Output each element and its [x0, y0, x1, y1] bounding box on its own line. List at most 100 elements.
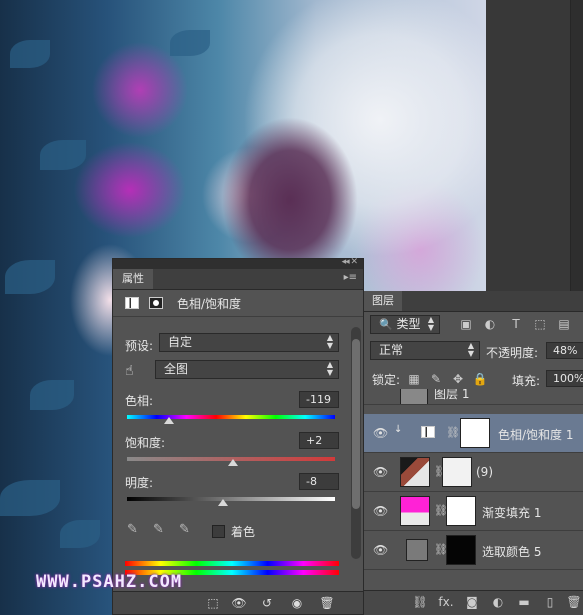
lightness-value-field[interactable]: -8 — [299, 473, 339, 490]
channel-select[interactable]: 全图 ▲ ▼ — [155, 360, 339, 379]
filter-pixel-icon[interactable]: ▣ — [458, 316, 474, 332]
lock-all-icon[interactable]: 🔒 — [472, 371, 488, 387]
layer-name: (9) — [476, 465, 493, 479]
collapse-icon[interactable]: ◂◂ ✕ — [342, 257, 358, 267]
layer-mask-thumbnail[interactable] — [442, 457, 472, 487]
layer-filter-select[interactable]: 🔍 类型 ▲ ▼ — [370, 315, 440, 334]
layers-tab-row: 图层 — [364, 291, 583, 312]
scrollbar-thumb[interactable] — [352, 339, 360, 509]
layer-thumbnail — [400, 457, 430, 487]
layer-row[interactable]: 👁 ⛓ 渐变填充 1 — [364, 492, 583, 531]
lock-pixels-icon[interactable]: ✎ — [428, 371, 444, 387]
add-mask-icon[interactable]: ◙ — [464, 594, 480, 610]
opacity-field[interactable]: 48% — [546, 342, 583, 359]
lock-position-icon[interactable]: ✥ — [450, 371, 466, 387]
tab-layers[interactable]: 图层 — [364, 291, 402, 311]
layer-name: 选取颜色 5 — [482, 545, 542, 559]
layer-mask-thumbnail[interactable] — [446, 496, 476, 526]
properties-footer: ⬚ 👁 ↺ ◉ 🗑 — [113, 591, 363, 614]
preset-label: 预设: — [125, 339, 154, 353]
new-layer-icon[interactable]: ▯ — [542, 594, 558, 610]
reset-icon[interactable]: ↺ — [259, 595, 275, 611]
filter-smart-object-icon[interactable]: ▤ — [556, 316, 572, 332]
clipping-arrow-icon: ↓ — [394, 424, 403, 435]
photo-leaf — [40, 140, 86, 170]
preset-select[interactable]: 自定 ▲ ▼ — [159, 333, 339, 352]
visibility-eye-icon[interactable]: 👁 — [373, 465, 388, 479]
lock-transparent-icon[interactable]: ▦ — [406, 371, 422, 387]
layer-row[interactable]: 👁 ⛓ (9) — [364, 453, 583, 492]
filter-search-icon: 🔍 — [379, 318, 393, 331]
lightness-slider-thumb[interactable] — [217, 499, 228, 506]
delete-layer-icon[interactable]: 🗑 — [566, 594, 582, 610]
hue-range-bar-top — [125, 561, 339, 566]
properties-panel: ◂◂ ✕ 属性 ▸≡ 色相/饱和度 预设: 自定 ▲ ▼ ☝ 全图 ▲ ▼ 色相: … — [112, 257, 364, 615]
layer-mask-thumbnail[interactable] — [460, 418, 490, 448]
eyedropper-icon[interactable]: ✎ — [127, 522, 143, 538]
link-layers-icon[interactable]: ⛓ — [412, 594, 428, 610]
link-chain-icon[interactable]: ⛓ — [446, 426, 460, 439]
hue-saturation-adjustment-icon[interactable] — [125, 297, 139, 309]
select-arrows-icon: ▲ ▼ — [427, 315, 434, 332]
layer-mask-icon[interactable] — [149, 297, 163, 309]
watermark: WWW.PSAHZ.COM — [36, 572, 183, 592]
preset-value: 自定 — [168, 335, 193, 349]
saturation-value-field[interactable]: +2 — [299, 432, 339, 449]
tab-properties[interactable]: 属性 — [113, 269, 153, 289]
layer-thumbnail — [400, 389, 428, 404]
layer-name: 图层 1 — [434, 389, 470, 401]
properties-tab-row: 属性 ▸≡ — [113, 269, 363, 290]
delete-icon[interactable]: 🗑 — [319, 595, 335, 611]
panel-title-bar[interactable]: ◂◂ ✕ — [113, 257, 363, 269]
colorize-checkbox[interactable] — [212, 525, 225, 538]
layer-row[interactable]: 图层 1 — [364, 389, 583, 405]
filter-adjustment-icon[interactable]: ◐ — [482, 316, 498, 332]
hand-tool-icon[interactable]: ☝ — [125, 363, 134, 379]
opacity-label: 不透明度: — [486, 346, 539, 360]
layers-footer: ⛓ fx. ◙ ◐ ▬ ▯ 🗑 — [364, 590, 583, 615]
filter-type-icon[interactable]: T — [508, 316, 524, 332]
layer-style-button[interactable]: fx. — [438, 594, 454, 610]
saturation-slider-thumb[interactable] — [228, 459, 239, 466]
visibility-icon[interactable]: ◉ — [289, 595, 305, 611]
layer-row[interactable]: 👁 ⛓ 选取颜色 5 — [364, 531, 583, 570]
layer-mask-thumbnail[interactable] — [446, 535, 476, 565]
hue-saturation-adjustment-icon — [421, 426, 435, 438]
panel-menu-icon[interactable]: ▸≡ — [344, 272, 357, 283]
visibility-eye-icon[interactable]: 👁 — [373, 426, 388, 440]
select-arrows-icon: ▲ ▼ — [467, 341, 474, 358]
view-previous-icon[interactable]: 👁 — [231, 595, 247, 611]
photo-leaf — [30, 380, 74, 410]
lightness-label: 明度: — [125, 476, 154, 490]
lock-label: 锁定: — [372, 373, 401, 387]
photo-leaf — [5, 260, 55, 294]
clip-to-layer-icon[interactable]: ⬚ — [205, 595, 221, 611]
fill-label: 填充: — [512, 374, 541, 388]
layers-panel: 图层 🔍 类型 ▲ ▼ ▣ ◐ T ⬚ ▤ 正常 ▲ ▼ 不透明度: 48% 锁定:… — [363, 291, 583, 615]
fill-field[interactable]: 100% — [546, 370, 583, 387]
photo-leaf — [0, 480, 60, 516]
new-group-icon[interactable]: ▬ — [516, 594, 532, 610]
eyedropper-minus-icon[interactable]: ✎ — [179, 522, 195, 538]
hue-slider-thumb[interactable] — [163, 417, 174, 424]
new-adjustment-icon[interactable]: ◐ — [490, 594, 506, 610]
lightness-slider-track[interactable] — [127, 497, 335, 501]
filter-shape-icon[interactable]: ⬚ — [532, 316, 548, 332]
visibility-eye-icon[interactable]: 👁 — [373, 543, 388, 557]
hue-value-field[interactable]: -119 — [299, 391, 339, 408]
visibility-eye-icon[interactable]: 👁 — [373, 504, 388, 518]
blend-mode-select[interactable]: 正常 ▲ ▼ — [370, 341, 480, 360]
properties-header: 色相/饱和度 — [113, 290, 363, 317]
layer-row-selected[interactable]: 👁 ↓ ⛓ 色相/饱和度 1 — [364, 414, 583, 453]
select-arrows-icon: ▲ ▼ — [326, 333, 333, 350]
panel-dock-strip — [570, 0, 583, 300]
layer-name: 渐变填充 1 — [482, 506, 542, 520]
filter-type-value: 类型 — [396, 317, 421, 331]
eyedropper-plus-icon[interactable]: ✎ — [153, 522, 169, 538]
photo-leaf — [10, 40, 50, 68]
selective-color-icon — [406, 539, 428, 561]
adjustment-layer-icon — [416, 420, 440, 444]
hue-slider-track[interactable] — [127, 415, 335, 419]
panel-scrollbar[interactable] — [351, 327, 361, 559]
photo-leaf — [60, 520, 100, 548]
